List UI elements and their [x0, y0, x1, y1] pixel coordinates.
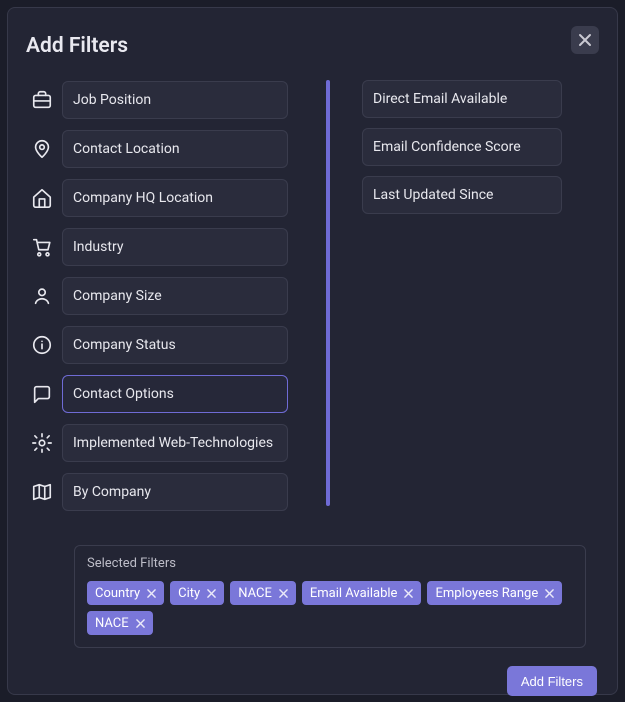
cart-icon	[22, 236, 62, 258]
chip-remove-button[interactable]	[277, 587, 290, 600]
info-icon	[22, 334, 62, 356]
category-label: Company Size	[73, 288, 162, 304]
column-divider	[326, 80, 330, 506]
close-icon	[404, 589, 413, 598]
category-label: Company HQ Location	[73, 190, 213, 206]
person-icon	[22, 285, 62, 307]
close-icon	[147, 589, 156, 598]
home-icon	[22, 187, 62, 209]
filter-chip: Email Available	[302, 581, 422, 605]
filter-chip: NACE	[230, 581, 296, 605]
briefcase-icon	[22, 89, 62, 111]
pin-icon	[22, 138, 62, 160]
category-job-position[interactable]: Job Position	[62, 81, 288, 119]
category-by-company[interactable]: By Company	[62, 473, 288, 511]
selected-filters-chips: Country City NACE Email Available Employees …	[87, 581, 575, 635]
subfilter-label: Direct Email Available	[373, 91, 507, 107]
chip-label: Email Available	[310, 586, 398, 601]
close-icon	[136, 619, 145, 628]
close-icon	[578, 33, 592, 47]
chip-label: City	[178, 586, 200, 601]
close-icon	[545, 589, 554, 598]
chat-icon	[22, 383, 62, 405]
category-industry[interactable]: Industry	[62, 228, 288, 266]
close-icon	[279, 589, 288, 598]
chip-label: Employees Range	[435, 586, 538, 601]
close-icon	[207, 589, 216, 598]
chip-remove-button[interactable]	[205, 587, 218, 600]
category-company-status[interactable]: Company Status	[62, 326, 288, 364]
filter-chip: Country	[87, 581, 164, 605]
category-label: Industry	[73, 239, 123, 255]
category-contact-location[interactable]: Contact Location	[62, 130, 288, 168]
subfilter-direct-email-available[interactable]: Direct Email Available	[362, 80, 562, 118]
filter-chip: NACE	[87, 611, 153, 635]
category-label: By Company	[73, 484, 151, 500]
category-label: Company Status	[73, 337, 176, 353]
category-contact-options[interactable]: Contact Options	[62, 375, 288, 413]
category-label: Contact Location	[73, 141, 180, 157]
category-company-hq-location[interactable]: Company HQ Location	[62, 179, 288, 217]
add-filters-modal: Add Filters Job Position Contact Location…	[7, 7, 618, 695]
filter-chip: City	[170, 581, 224, 605]
map-icon	[22, 481, 62, 503]
gear-icon	[22, 432, 62, 454]
chip-label: NACE	[95, 616, 129, 631]
category-label: Contact Options	[73, 386, 174, 402]
category-label: Job Position	[73, 92, 151, 108]
category-label: Implemented Web-Technologies	[73, 435, 273, 451]
chip-remove-button[interactable]	[402, 587, 415, 600]
subfilter-email-confidence-score[interactable]: Email Confidence Score	[362, 128, 562, 166]
selected-filters-panel: Selected Filters Country City NACE Email Av…	[74, 545, 586, 648]
add-filters-button[interactable]: Add Filters	[507, 666, 597, 696]
chip-remove-button[interactable]	[145, 587, 158, 600]
category-company-size[interactable]: Company Size	[62, 277, 288, 315]
selected-filters-label: Selected Filters	[87, 556, 575, 571]
close-button[interactable]	[571, 26, 599, 54]
subfilter-last-updated-since[interactable]: Last Updated Since	[362, 176, 562, 214]
chip-label: NACE	[238, 586, 272, 601]
chip-remove-button[interactable]	[134, 617, 147, 630]
subfilter-label: Email Confidence Score	[373, 139, 521, 155]
chip-remove-button[interactable]	[543, 587, 556, 600]
category-implemented-web-technologies[interactable]: Implemented Web-Technologies	[62, 424, 288, 462]
subfilter-options: Direct Email Available Email Confidence S…	[362, 80, 562, 521]
filter-categories: Job Position Contact Location Company HQ L…	[22, 80, 288, 521]
filter-chip: Employees Range	[427, 581, 562, 605]
chip-label: Country	[95, 586, 140, 601]
subfilter-label: Last Updated Since	[373, 187, 493, 203]
modal-title: Add Filters	[18, 20, 607, 80]
